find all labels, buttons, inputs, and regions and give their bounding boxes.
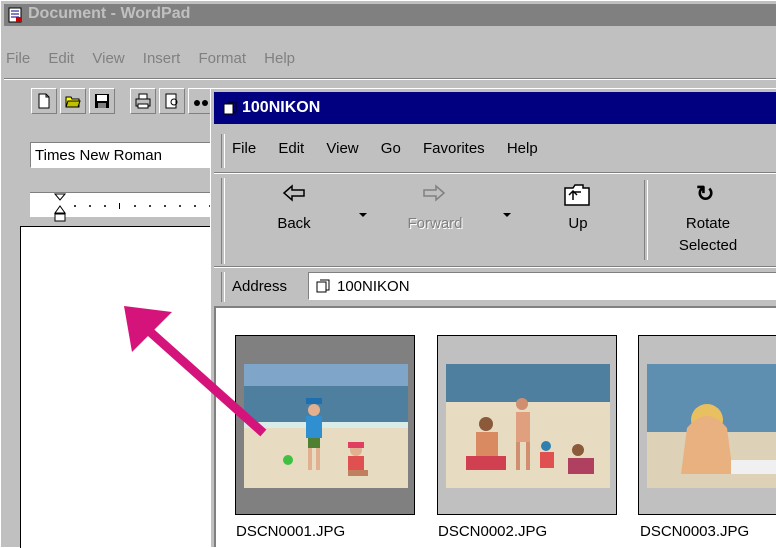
indent-marker-icon[interactable] <box>54 193 66 223</box>
print-button[interactable] <box>130 88 156 114</box>
folder-window-icon <box>223 101 237 115</box>
font-name-value: Times New Roman <box>35 147 162 164</box>
wordpad-menu-separator <box>4 78 776 80</box>
printer-icon <box>135 93 151 109</box>
print-preview-button[interactable] <box>159 88 185 114</box>
forward-arrow-icon <box>423 184 446 202</box>
wordpad-menu-format[interactable]: Format <box>198 50 246 67</box>
wordpad-menu-bar: File Edit View Insert Format Help <box>6 50 309 67</box>
new-document-icon <box>38 93 50 109</box>
explorer-menu-bar: File Edit View Go Favorites Help <box>232 140 552 157</box>
beach-photo-3 <box>647 364 776 488</box>
forward-button[interactable]: Forward <box>390 180 480 242</box>
thumbnail-dscn0003[interactable] <box>638 335 776 515</box>
up-label: Up <box>568 215 588 232</box>
wordpad-title-text: Document - WordPad <box>28 5 191 22</box>
wordpad-menu-edit[interactable]: Edit <box>48 50 74 67</box>
wordpad-document-icon <box>8 7 22 23</box>
rotate-label-line1: Rotate <box>685 215 731 232</box>
rotate-icon: ↻ <box>696 181 715 206</box>
beach-photo-2 <box>446 364 610 488</box>
thumbnail-dscn0002[interactable] <box>437 335 617 515</box>
wordpad-menu-file[interactable]: File <box>6 50 30 67</box>
drag-arrow-icon <box>124 306 267 437</box>
up-button[interactable]: Up <box>548 180 608 242</box>
file-name-1[interactable]: DSCN0001.JPG <box>236 523 345 540</box>
explorer-menu-go[interactable]: Go <box>381 140 401 157</box>
wordpad-menu-view[interactable]: View <box>92 50 124 67</box>
forward-label: Forward <box>407 215 463 232</box>
toolbar-separator <box>644 180 648 260</box>
explorer-menu-grip <box>221 134 225 168</box>
explorer-menu-file[interactable]: File <box>232 140 256 157</box>
back-label: Back <box>277 215 311 232</box>
rotate-label-line2: Selected <box>678 237 738 254</box>
file-name-3[interactable]: DSCN0003.JPG <box>640 523 749 540</box>
address-field[interactable]: 100NIKON <box>308 272 776 300</box>
back-arrow-icon <box>282 184 305 202</box>
save-button[interactable] <box>89 88 115 114</box>
file-name-2[interactable]: DSCN0002.JPG <box>438 523 547 540</box>
wordpad-title-bar[interactable]: Document - WordPad <box>4 4 776 26</box>
ruler[interactable] <box>30 192 220 222</box>
explorer-title-bar[interactable]: 100NIKON <box>214 92 776 124</box>
font-name-combo[interactable]: Times New Roman <box>30 142 214 168</box>
find-binoculars-icon <box>194 100 208 106</box>
explorer-menu-view[interactable]: View <box>326 140 358 157</box>
address-value: 100NIKON <box>337 278 410 295</box>
explorer-menu-edit[interactable]: Edit <box>278 140 304 157</box>
explorer-menu-separator <box>214 172 776 174</box>
back-button[interactable]: Back <box>262 180 332 242</box>
save-disk-icon <box>95 94 109 108</box>
explorer-title-text: 100NIKON <box>242 99 321 116</box>
forward-dropdown-icon[interactable] <box>502 212 512 218</box>
print-preview-icon <box>165 93 178 109</box>
open-button[interactable] <box>60 88 86 114</box>
back-dropdown-icon[interactable] <box>358 212 368 218</box>
new-button[interactable] <box>31 88 57 114</box>
ruler-ticks <box>74 203 211 209</box>
open-folder-icon <box>65 96 81 108</box>
explorer-toolbar-separator <box>214 266 776 268</box>
explorer-toolbar-grip <box>221 178 225 264</box>
wordpad-menu-insert[interactable]: Insert <box>143 50 181 67</box>
explorer-menu-favorites[interactable]: Favorites <box>423 140 485 157</box>
up-folder-icon <box>564 184 590 206</box>
wordpad-menu-help[interactable]: Help <box>264 50 295 67</box>
explorer-menu-help[interactable]: Help <box>507 140 538 157</box>
address-folder-icon <box>316 279 330 293</box>
rotate-selected-button[interactable]: ↻ Rotate Selected <box>668 180 748 264</box>
